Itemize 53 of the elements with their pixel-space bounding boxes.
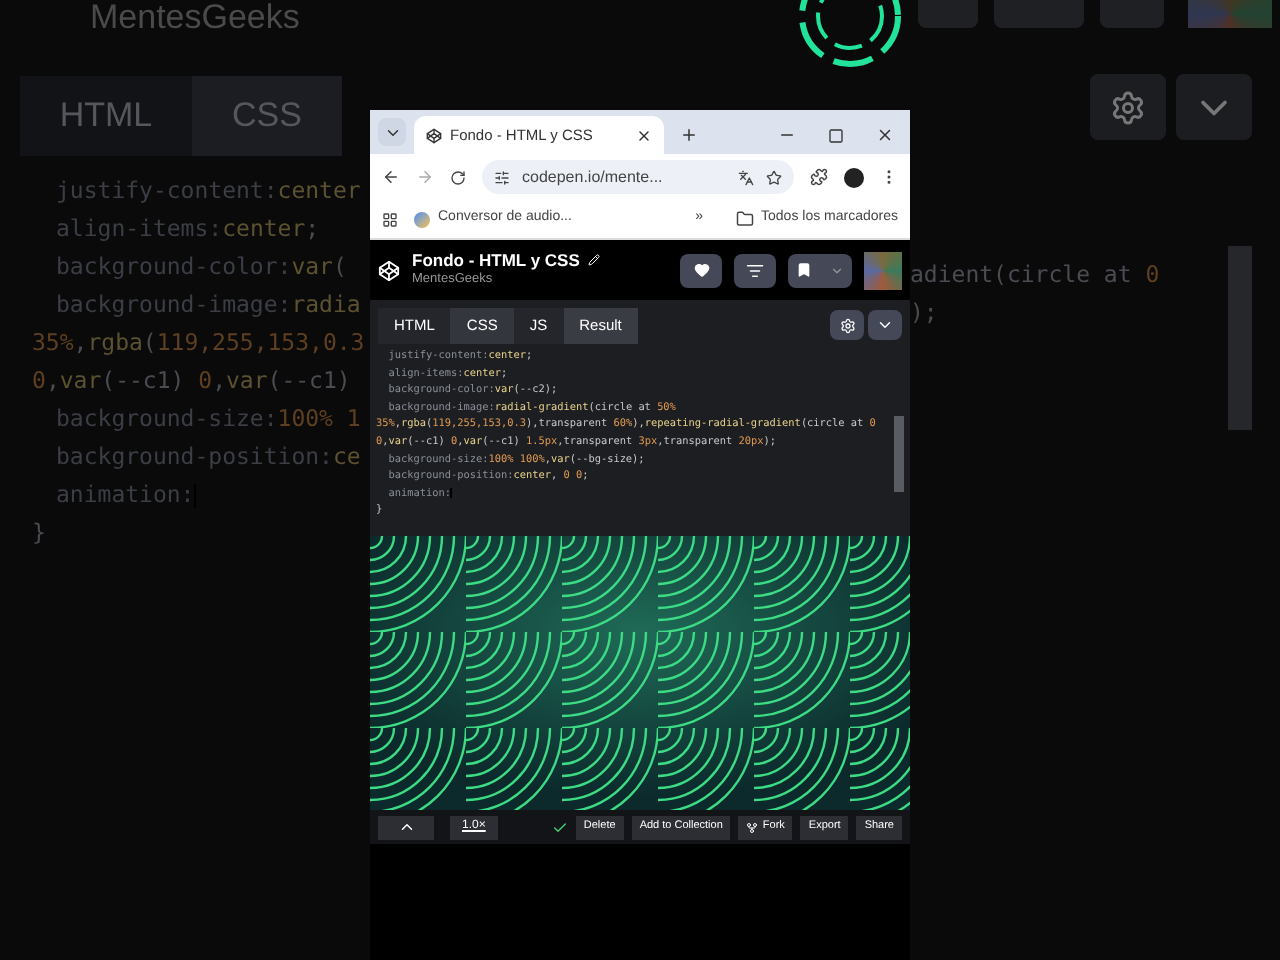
bookmark-icon	[796, 262, 813, 278]
code-line: align-items:center;	[56, 212, 322, 246]
scrollbar[interactable]	[1228, 246, 1252, 430]
bookmark-button[interactable]	[788, 253, 852, 287]
expand-button[interactable]	[378, 815, 434, 839]
codepen-logo-icon[interactable]	[378, 259, 400, 281]
code-line: 35%,rgba(119,255,153,0.3	[32, 326, 367, 360]
fork-icon	[746, 821, 759, 833]
extensions-icon[interactable]	[810, 168, 828, 186]
heart-button[interactable]	[680, 253, 722, 287]
url-field[interactable]: codepen.io/mente...	[482, 160, 794, 194]
chevron-up-icon	[397, 818, 415, 836]
code-line: adient(circle at 0	[910, 258, 1162, 292]
maximize-icon[interactable]	[828, 128, 844, 144]
tab-list-button[interactable]	[378, 118, 406, 146]
code-line: }	[32, 516, 48, 550]
collections-button[interactable]	[734, 253, 776, 287]
pen-title: Fondo - HTML y CSS	[412, 250, 580, 270]
close-icon[interactable]	[636, 127, 652, 143]
profile-avatar[interactable]	[844, 167, 864, 187]
code-line: background-position:ce	[56, 440, 363, 474]
collapse-button[interactable]	[868, 310, 902, 340]
reload-icon[interactable]	[450, 169, 466, 185]
avatar-pattern[interactable]	[864, 251, 902, 289]
settings-button[interactable]	[830, 310, 864, 340]
codepen-logo-icon	[426, 127, 442, 143]
code-line: background-color:var(	[56, 250, 349, 284]
check-icon	[551, 819, 568, 835]
close-icon[interactable]	[876, 126, 894, 144]
url-text: codepen.io/mente...	[522, 165, 665, 189]
new-tab-icon[interactable]	[680, 126, 698, 144]
glowing-ring-drawing	[798, 0, 902, 68]
caret-icon	[829, 263, 844, 277]
settings-icon	[1110, 89, 1146, 125]
translate-icon[interactable]	[738, 169, 754, 185]
apps-icon[interactable]	[382, 211, 398, 227]
code-line: 0,var(--c1) 0,var(--c1)	[32, 364, 353, 398]
chevron-down-icon	[876, 316, 894, 334]
back-icon[interactable]	[382, 168, 400, 186]
site-info-icon	[494, 169, 510, 185]
code-line: background-size:100% 1	[56, 402, 363, 436]
code-line: background-image:radia	[56, 288, 363, 322]
code-line: );	[910, 296, 940, 330]
code-line: animation:	[56, 478, 199, 512]
folder-icon	[735, 210, 754, 228]
pencil-icon[interactable]	[587, 254, 600, 266]
code-line: justify-content:center	[56, 174, 363, 208]
star-icon[interactable]	[766, 169, 782, 185]
settings-icon	[839, 317, 855, 333]
heart-icon	[693, 262, 709, 278]
author-name: MentesGeeks	[90, 0, 300, 36]
scrollbar[interactable]	[894, 416, 904, 492]
code-editor[interactable]	[370, 344, 910, 536]
